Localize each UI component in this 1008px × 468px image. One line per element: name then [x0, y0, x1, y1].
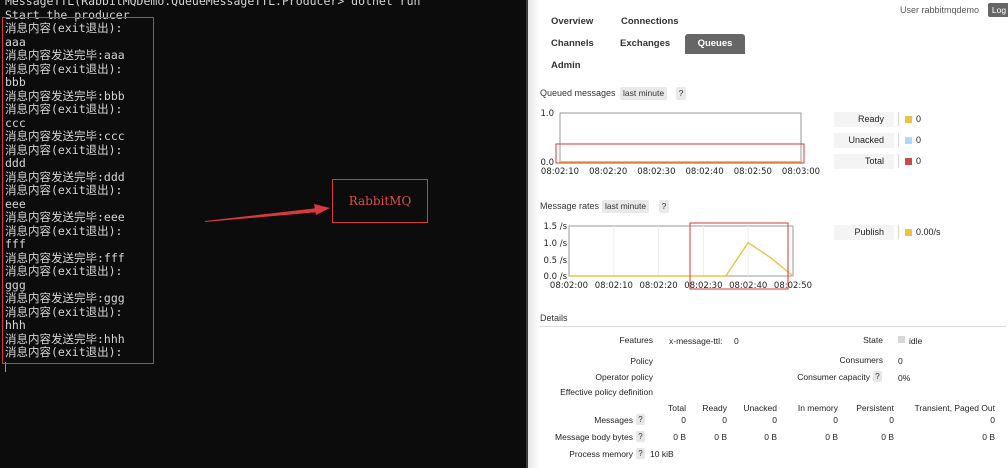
features-ttl-value: 0: [734, 336, 739, 346]
table-header: Unacked: [743, 403, 777, 413]
features-label: Features: [619, 335, 653, 345]
legend-value-publish: 0.00/s: [916, 227, 941, 237]
x-tick-label: 08:02:10: [595, 281, 633, 291]
table-cell: 0 B: [825, 432, 838, 442]
table-cell: 0: [833, 415, 838, 425]
table-row-help-icon[interactable]: ?: [636, 448, 645, 459]
table-header: Total: [668, 403, 686, 413]
y-tick-label: 0.5 /s: [543, 256, 567, 266]
table-cell: 0: [990, 415, 995, 425]
state-label: State: [863, 335, 883, 345]
effective-policy-label: Effective policy definition: [560, 387, 653, 397]
consumers-value: 0: [898, 356, 903, 366]
table-cell: 0 B: [714, 432, 727, 442]
operator-policy-label: Operator policy: [595, 372, 653, 382]
table-cell: 0 B: [982, 432, 995, 442]
features-value: x-message-ttl:: [669, 336, 723, 346]
y-tick-label: 1.0 /s: [543, 239, 567, 249]
y-tick-label: 1.5 /s: [543, 222, 567, 232]
legend-swatch-publish: [905, 229, 912, 236]
table-row-label: Process memory: [569, 449, 633, 459]
table-cell: 0: [889, 415, 894, 425]
table-header: Persistent: [856, 403, 894, 413]
consumer-capacity-help-icon[interactable]: ?: [873, 371, 882, 382]
table-row-help-icon[interactable]: ?: [636, 431, 645, 442]
rabbitmq-management-panel: Overview Connections Channels Exchanges …: [528, 0, 1008, 468]
idle-state-swatch: [898, 336, 905, 343]
table-cell: 0: [772, 415, 777, 425]
table-header: Ready: [702, 403, 727, 413]
table-row-help-icon[interactable]: ?: [636, 414, 645, 425]
consumer-capacity-value: 0%: [898, 373, 911, 383]
policy-label: Policy: [630, 356, 653, 366]
callout-arrow: [205, 204, 330, 222]
table-header: In memory: [797, 403, 838, 413]
consumer-capacity-label: Consumer capacity: [797, 372, 870, 382]
arrow-shaft: [205, 208, 319, 222]
consumers-label: Consumers: [839, 355, 883, 365]
table-cell: 0 B: [881, 432, 894, 442]
table-cell: 0 B: [673, 432, 686, 442]
table-row-label: Message body bytes: [555, 432, 633, 442]
rabbitmq-callout-label: RabbitMQ: [332, 179, 428, 223]
x-tick-label: 08:02:00: [550, 281, 588, 291]
details-title: Details: [540, 313, 568, 323]
table-cell: 0: [681, 415, 686, 425]
x-tick-label: 08:02:20: [640, 281, 678, 291]
table-row-label: Messages: [594, 415, 633, 425]
legend-label-publish: Publish: [834, 225, 894, 240]
table-cell: 0: [722, 415, 727, 425]
state-value: idle: [909, 336, 923, 346]
table-header: Transient, Paged Out: [914, 403, 995, 413]
legend-separator: [898, 225, 899, 239]
arrow-head: [314, 204, 330, 215]
table-cell: 10 kiB: [650, 449, 674, 459]
details-divider: [540, 326, 1006, 327]
table-cell: 0 B: [764, 432, 777, 442]
